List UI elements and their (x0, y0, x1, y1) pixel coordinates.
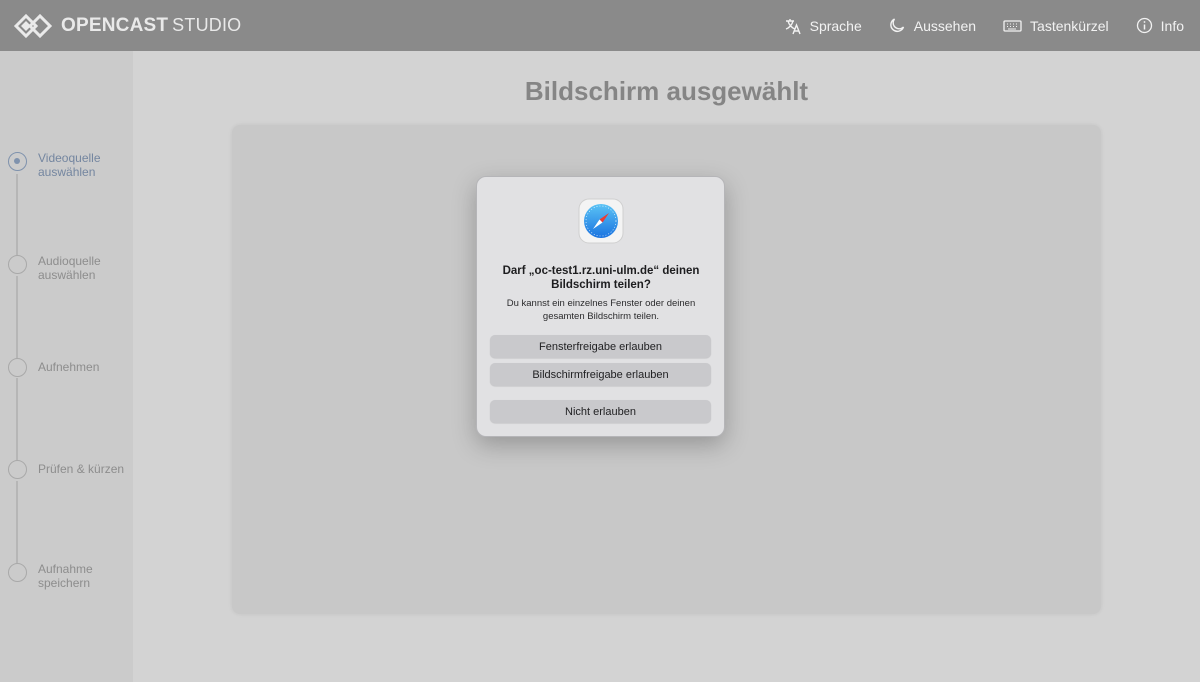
logo-text-light: STUDIO (172, 14, 242, 35)
step-connector (16, 481, 18, 565)
nav-shortcuts-label: Tastenkürzel (1030, 17, 1109, 34)
info-icon (1136, 17, 1152, 34)
dialog-title: Darf „oc-test1.rz.uni-ulm.de“ deinen Bil… (502, 265, 700, 291)
page-title: Bildschirm ausgewählt (524, 76, 809, 106)
dialog-message: Du kannst ein einzelnes Fenster oder dei… (506, 298, 696, 322)
step-indicator (8, 563, 27, 582)
step-record[interactable]: Aufnehmen (8, 358, 128, 377)
safari-compass-icon (578, 198, 624, 244)
nav-appearance-button[interactable]: Aussehen (889, 17, 976, 34)
nav-appearance-label: Aussehen (913, 17, 977, 34)
keyboard-icon (1003, 19, 1022, 32)
step-connector (16, 276, 18, 360)
nav-shortcuts-button[interactable]: Tastenkürzel (1003, 18, 1109, 34)
allow-screen-share-button[interactable]: Bildschirmfreigabe erlauben (490, 363, 711, 386)
nav-language-button[interactable]: Sprache (784, 17, 862, 35)
step-indicator-active (8, 152, 27, 171)
logo-text: OPENCAST STUDIO (61, 15, 241, 37)
step-review-trim[interactable]: Prüfen & kürzen (8, 460, 128, 479)
step-label: Videoquelle auswählen (38, 151, 101, 179)
step-audio-source[interactable]: Audioquelle auswählen (8, 254, 128, 282)
step-connector (16, 378, 18, 462)
header-nav: Sprache Aussehen Tastenkürzel Info (757, 0, 1184, 51)
nav-language-label: Sprache (809, 17, 862, 34)
nav-info-button[interactable]: Info (1136, 17, 1184, 34)
step-label: Audioquelle auswählen (38, 254, 101, 282)
step-label: Aufnahme speichern (38, 562, 93, 590)
step-indicator (8, 255, 27, 274)
step-connector (16, 174, 18, 258)
deny-button[interactable]: Nicht erlauben (490, 400, 711, 423)
screen-share-permission-dialog: Darf „oc-test1.rz.uni-ulm.de“ deinen Bil… (476, 176, 725, 437)
step-save-recording[interactable]: Aufnahme speichern (8, 562, 128, 590)
opencast-logo-icon (13, 13, 53, 38)
step-label: Aufnehmen (38, 360, 100, 374)
step-video-source[interactable]: Videoquelle auswählen (8, 151, 128, 179)
opencast-logo[interactable]: OPENCAST STUDIO (13, 12, 241, 40)
translate-icon (785, 18, 801, 34)
app-header: OPENCAST STUDIO Sprache Aussehen Tastenkü… (0, 0, 1200, 51)
step-sidebar: Videoquelle auswählen Audioquelle auswäh… (0, 51, 133, 682)
step-indicator (8, 460, 27, 479)
allow-window-share-button[interactable]: Fensterfreigabe erlauben (490, 335, 711, 358)
step-indicator (8, 358, 27, 377)
moon-icon (889, 18, 904, 33)
logo-text-bold: OPENCAST (61, 14, 169, 36)
step-label: Prüfen & kürzen (38, 462, 125, 476)
nav-info-label: Info (1160, 17, 1184, 34)
